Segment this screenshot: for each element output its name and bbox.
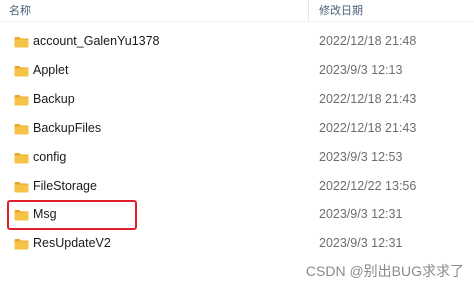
file-date: 2023/9/3 12:31 xyxy=(319,236,403,250)
folder-icon xyxy=(14,181,29,193)
folder-icon xyxy=(14,123,29,135)
file-name: Applet xyxy=(33,63,69,77)
folder-icon xyxy=(14,36,29,48)
file-row-backup[interactable]: Backup 2022/12/18 21:43 xyxy=(0,86,474,115)
column-header-bar: 名称 修改日期 xyxy=(0,0,474,22)
file-date: 2022/12/18 21:48 xyxy=(319,34,417,48)
file-name: BackupFiles xyxy=(33,121,102,135)
header-divider xyxy=(0,21,474,22)
file-date: 2022/12/18 21:43 xyxy=(319,92,417,106)
msg-highlight-annotation xyxy=(7,200,137,230)
folder-icon xyxy=(14,94,29,106)
file-date: 2023/9/3 12:31 xyxy=(319,207,403,221)
name-column-header[interactable]: 名称 xyxy=(9,2,31,18)
file-date: 2023/9/3 12:53 xyxy=(319,150,403,164)
file-date: 2022/12/18 21:43 xyxy=(319,121,417,135)
file-row-applet[interactable]: Applet 2023/9/3 12:13 xyxy=(0,57,474,86)
file-row-config[interactable]: config 2023/9/3 12:53 xyxy=(0,144,474,173)
file-name: FileStorage xyxy=(33,179,97,193)
file-date: 2023/9/3 12:13 xyxy=(319,63,403,77)
file-name: Backup xyxy=(33,92,75,106)
file-row-resupdatev2[interactable]: ResUpdateV2 2023/9/3 12:31 xyxy=(0,230,474,259)
file-name: config xyxy=(33,150,67,164)
file-date: 2022/12/22 13:56 xyxy=(319,179,417,193)
file-row-filestorage[interactable]: FileStorage 2022/12/22 13:56 xyxy=(0,173,474,202)
watermark: CSDN @别出BUG求求了 xyxy=(305,263,464,279)
file-name: ResUpdateV2 xyxy=(33,236,111,250)
file-row-backupfiles[interactable]: BackupFiles 2022/12/18 21:43 xyxy=(0,115,474,144)
file-row-account-galenyu1378[interactable]: account_GalenYu1378 2022/12/18 21:48 xyxy=(0,28,474,57)
folder-icon xyxy=(14,65,29,77)
folder-icon xyxy=(14,238,29,250)
file-name: account_GalenYu1378 xyxy=(33,34,160,48)
date-modified-column-header[interactable]: 修改日期 xyxy=(319,2,363,18)
folder-icon xyxy=(14,152,29,164)
column-divider[interactable] xyxy=(308,0,309,20)
